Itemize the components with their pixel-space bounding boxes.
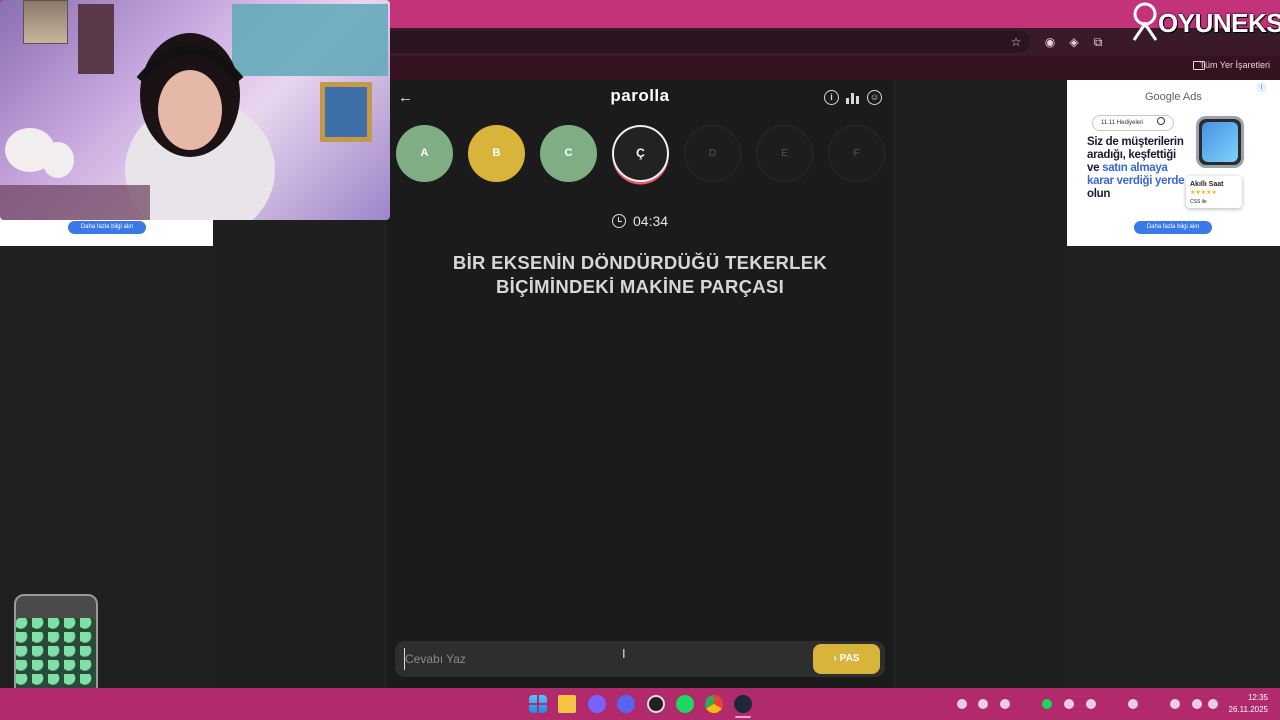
clock-time[interactable]: 12:35 [1246, 693, 1268, 702]
smartwatch-screen [1202, 122, 1238, 162]
right-gutter [1067, 246, 1280, 690]
discord-icon[interactable] [617, 695, 635, 713]
ad-card-stars: ★★★★★ [1190, 190, 1217, 196]
ad-headline: Siz de müşterilerin aradığı, keşfettiği … [1087, 136, 1187, 201]
ad-button[interactable]: Daha fazla bilgi alın [1134, 221, 1212, 234]
left-ad-button[interactable]: Daha fazla bilgi alın [68, 221, 146, 234]
question-text: BİR EKSENİN DÖNDÜRDÜĞÜ TEKERLEK BİÇİMİND… [452, 252, 828, 297]
tray-icon-7[interactable] [1128, 699, 1138, 709]
steam-icon[interactable] [734, 695, 752, 713]
star-icon[interactable]: ☆ [1008, 34, 1024, 50]
timer: 04:34 [633, 213, 669, 229]
vpn-icon[interactable] [588, 695, 606, 713]
back-arrow-icon[interactable]: ← [398, 90, 414, 106]
ad-card-title: Akıllı Saat [1190, 181, 1224, 188]
letter-circle-c: C [540, 125, 597, 182]
spotify-icon[interactable] [676, 695, 694, 713]
logo-mascot-icon [1132, 2, 1158, 41]
chrome-icon[interactable] [705, 695, 723, 713]
page-title: parolla [610, 86, 670, 105]
obs-icon[interactable] [647, 695, 665, 713]
ad-info-icon[interactable]: i [1257, 83, 1266, 92]
start-icon[interactable] [529, 695, 547, 713]
letter-circle-d: D [684, 125, 741, 182]
info-icon[interactable]: i [824, 90, 839, 105]
letter-circle-ç: Ç [612, 125, 669, 182]
ad-headline-highlight: satın almaya karar verdiği yerde [1087, 162, 1185, 187]
active-app-indicator [735, 716, 751, 718]
tray-icon-5[interactable] [1064, 699, 1074, 709]
tray-icon-1[interactable] [957, 699, 967, 709]
clock-icon [612, 214, 626, 228]
tray-icon-6[interactable] [1086, 699, 1096, 709]
address-bar[interactable] [380, 31, 1030, 53]
ad-brand: Google Ads [1145, 91, 1202, 103]
files-icon[interactable] [558, 695, 576, 713]
network-icon[interactable] [1192, 699, 1202, 709]
ad-headline-end: olun [1087, 188, 1111, 200]
text-cursor-icon: I [622, 646, 626, 661]
logo-text: OYUNEKS [1158, 8, 1280, 38]
stats-icon[interactable] [845, 90, 860, 105]
pass-button[interactable]: › PAS [813, 644, 880, 674]
letter-circle-f: F [828, 125, 885, 182]
letter-circle-a: A [396, 125, 453, 182]
extension-icon-2[interactable]: ◈ [1066, 34, 1082, 50]
extension-icon[interactable]: ◉ [1042, 34, 1058, 50]
ad-card-price: CSS ile [1190, 199, 1207, 205]
letter-circle-b: B [468, 125, 525, 182]
tray-icon-2[interactable] [978, 699, 988, 709]
all-bookmarks-link[interactable]: Tüm Yer İşaretleri [1199, 60, 1270, 70]
tray-icon-3[interactable] [1000, 699, 1010, 709]
tray-spotify-icon[interactable] [1042, 699, 1052, 709]
puzzle-icon[interactable]: ⧉ [1090, 34, 1106, 50]
search-icon [1157, 117, 1165, 125]
answer-input[interactable] [404, 648, 804, 670]
ad-product-card: Akıllı Saat ★★★★★ CSS ile [1186, 176, 1242, 208]
clock-date[interactable]: 26.11.2025 [1228, 705, 1268, 714]
webcam-small [23, 0, 68, 44]
volume-icon[interactable] [1208, 699, 1218, 709]
profile-icon[interactable]: ☺ [867, 90, 882, 105]
microphone-icon[interactable] [1170, 699, 1180, 709]
letter-circle-e: E [756, 125, 813, 182]
pass-label: PAS [839, 653, 860, 664]
